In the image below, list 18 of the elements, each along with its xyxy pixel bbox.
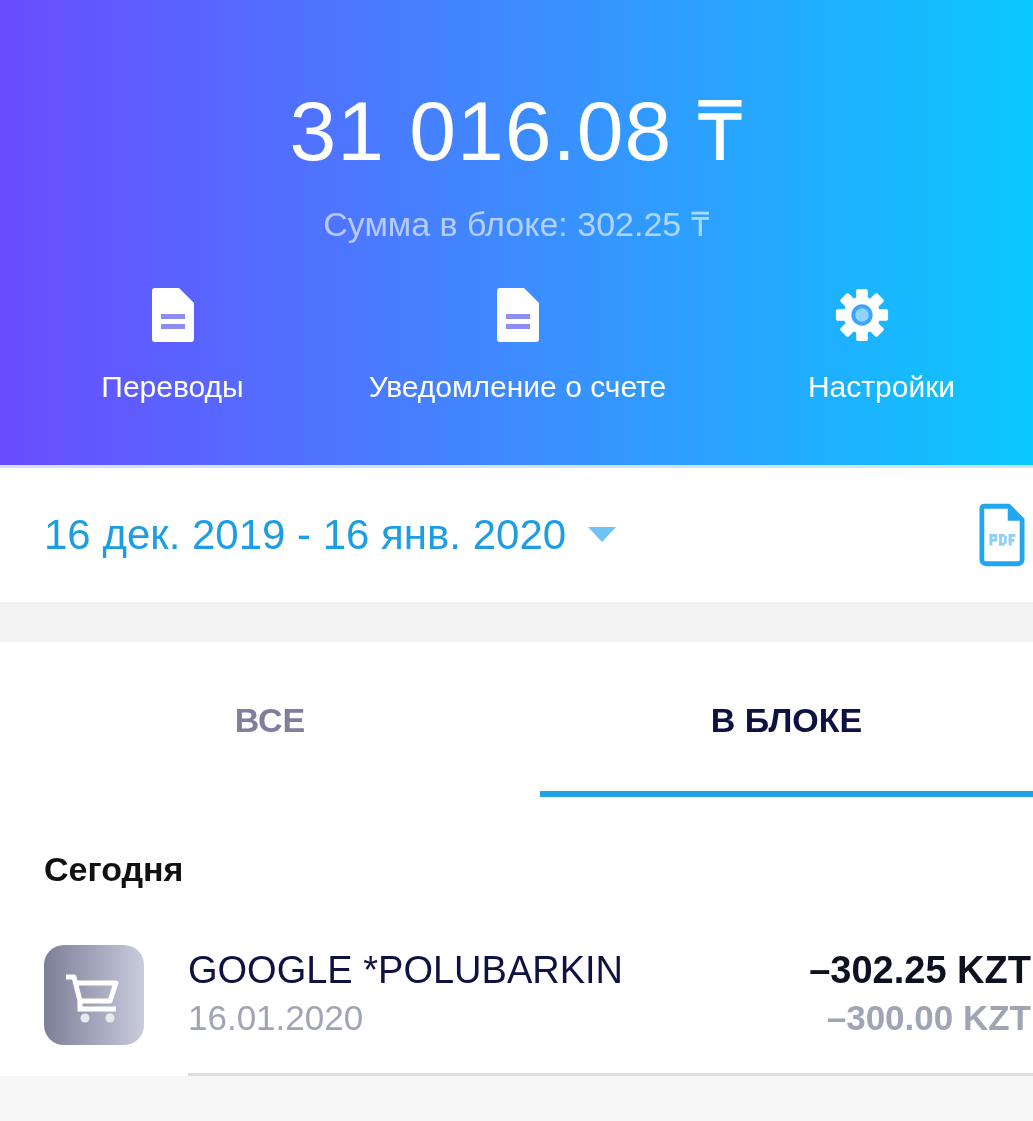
balance: 31 016.08 ₸	[289, 86, 744, 176]
tab[interactable]: ВСЕ	[0, 642, 540, 797]
document-icon	[494, 286, 541, 344]
blocked-amount: Сумма в блоке: 302.25 ₸	[323, 204, 710, 244]
cart-icon	[44, 945, 144, 1045]
section-heading: Сегодня	[43, 849, 185, 889]
action-button[interactable]: Переводы	[0, 286, 345, 404]
action-button[interactable]: Уведомление о счете	[345, 286, 690, 404]
merchant-name: GOOGLE *POLUBARKIN	[188, 948, 624, 993]
transaction-amount: –302.25 KZT	[809, 948, 1031, 993]
transaction-date: 16.01.2020	[188, 997, 365, 1039]
document-icon	[149, 286, 196, 344]
pdf-icon[interactable]	[979, 503, 1025, 567]
period-dropdown[interactable]: 16 дек. 2019 - 16 янв. 2020	[44, 511, 617, 559]
caret-icon	[588, 527, 617, 543]
original-amount: –300.00 KZT	[825, 997, 1031, 1039]
action-button[interactable]: Настройки	[690, 286, 1033, 404]
tab[interactable]: В БЛОКЕ	[540, 642, 1033, 797]
